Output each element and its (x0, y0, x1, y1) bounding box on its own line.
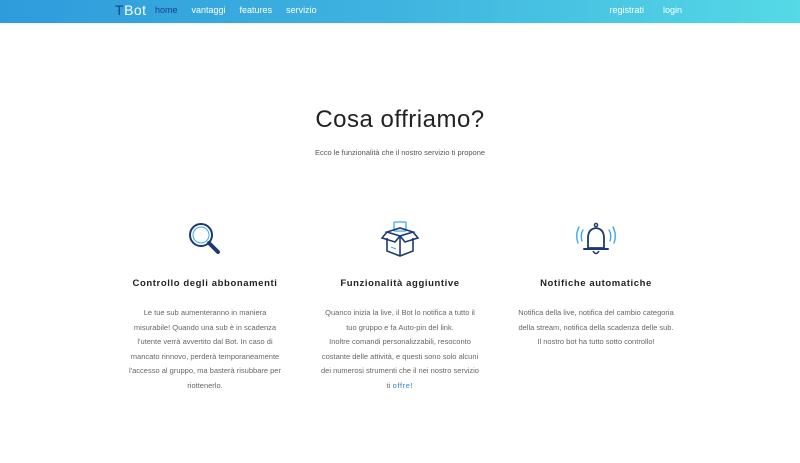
feature-title: Funzionalità aggiuntive (340, 278, 460, 289)
brand-letter: T (115, 2, 125, 18)
nav-features[interactable]: features (240, 5, 273, 15)
feature-title: Controllo degli abbonamenti (132, 278, 278, 289)
feature-card-notifications: Notifiche automatiche Notifica della liv… (511, 218, 681, 350)
feature-description: Le tue sub aumenteranno in maniera misur… (129, 308, 281, 390)
section-title: Cosa offriamo? (315, 106, 485, 133)
section-subtitle: Ecco le funzionalità che il nostro servi… (314, 148, 486, 157)
nav-registrati[interactable]: registrati (609, 5, 644, 15)
nav-servizio[interactable]: servizio (286, 5, 317, 15)
nav-vantaggi[interactable]: vantaggi (192, 5, 226, 15)
brand-text: Bot (124, 2, 147, 18)
feature-description-part1: Quanco inizia la live, il Bot lo notific… (325, 308, 475, 332)
nav-login[interactable]: login (663, 5, 682, 15)
navbar: TBot home vantaggi features servizio reg… (0, 0, 800, 23)
feature-card-extras: Funzionalità aggiuntive Quanco inizia la… (315, 218, 485, 393)
offre-link[interactable]: offre! (393, 381, 414, 390)
open-box-icon (380, 221, 420, 257)
nav-right: registrati login (609, 5, 682, 15)
brand-logo[interactable]: TBot (115, 2, 147, 18)
feature-card-subscriptions: Controllo degli abbonamenti Le tue sub a… (120, 218, 290, 393)
nav-home[interactable]: home (155, 5, 178, 15)
search-icon (189, 223, 220, 254)
feature-title: Notifiche automatiche (540, 278, 652, 289)
feature-description: Notifica della live, notifica del cambio… (518, 308, 674, 346)
feature-description: Quanco inizia la live, il Bot lo notific… (315, 306, 485, 393)
nav-left: home vantaggi features servizio (155, 5, 317, 15)
bell-icon (576, 222, 616, 255)
